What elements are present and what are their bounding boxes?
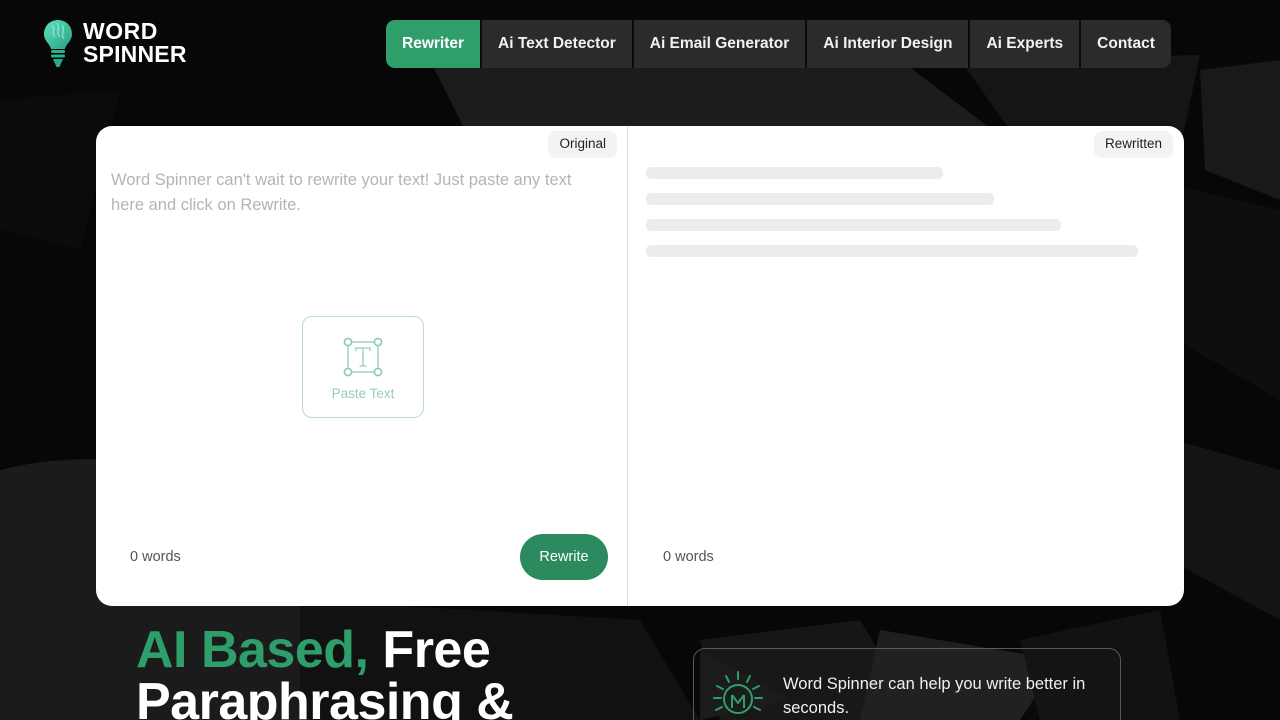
rewriter-tool-card: Original Word Spinner can't wait to rewr… (96, 126, 1184, 606)
lightbulb-rays-icon (713, 671, 763, 714)
paste-text-button[interactable]: Paste Text (302, 316, 424, 418)
page-title: AI Based, Free Paraphrasing & (136, 621, 514, 720)
rewritten-pane-footer: 0 words (628, 508, 1183, 606)
skeleton-line (646, 167, 943, 179)
nav-item-rewriter[interactable]: Rewriter (386, 20, 483, 68)
info-card-text: Word Spinner can help you write better i… (783, 675, 1086, 717)
nav-item-ai-email-generator[interactable]: Ai Email Generator (633, 20, 808, 68)
skeleton-line (646, 245, 1138, 257)
rewrite-button[interactable]: Rewrite (520, 534, 608, 580)
page-root: WORD SPINNER Rewriter Ai Text Detector A… (0, 0, 1280, 720)
logo-wordmark: WORD SPINNER (83, 20, 187, 65)
hero-rest-line1: Free (368, 621, 491, 679)
nav-item-ai-experts[interactable]: Ai Experts (970, 20, 1082, 68)
paste-text-label: Paste Text (331, 385, 395, 401)
text-select-box-icon (343, 337, 383, 376)
logo[interactable]: WORD SPINNER (42, 17, 187, 69)
skeleton-line (646, 219, 1061, 231)
nav-item-ai-interior-design[interactable]: Ai Interior Design (807, 20, 971, 68)
original-pane-footer: 0 words Rewrite (96, 508, 627, 606)
hero-accent-text: AI Based, (136, 621, 369, 679)
hero-line2: Paraphrasing & (136, 673, 514, 720)
site-header: WORD SPINNER Rewriter Ai Text Detector A… (0, 0, 1280, 88)
original-badge: Original (548, 131, 617, 158)
rewritten-pane: Rewritten 0 words (628, 126, 1183, 606)
nav-item-contact[interactable]: Contact (1081, 20, 1171, 68)
main-navigation: Rewriter Ai Text Detector Ai Email Gener… (386, 20, 1171, 68)
lightbulb-spiral-icon (44, 20, 72, 67)
original-pane: Original Word Spinner can't wait to rewr… (96, 126, 628, 606)
logo-line-1: WORD (83, 18, 158, 45)
rewritten-badge: Rewritten (1093, 131, 1173, 158)
nav-item-ai-text-detector[interactable]: Ai Text Detector (482, 20, 634, 68)
original-word-count: 0 words (130, 549, 181, 565)
rewritten-skeleton-placeholder (646, 167, 1158, 271)
info-card: Word Spinner can help you write better i… (693, 648, 1121, 720)
rewritten-word-count: 0 words (663, 549, 714, 565)
original-placeholder-text[interactable]: Word Spinner can't wait to rewrite your … (111, 168, 601, 218)
logo-line-2: SPINNER (83, 41, 187, 67)
skeleton-line (646, 193, 995, 205)
